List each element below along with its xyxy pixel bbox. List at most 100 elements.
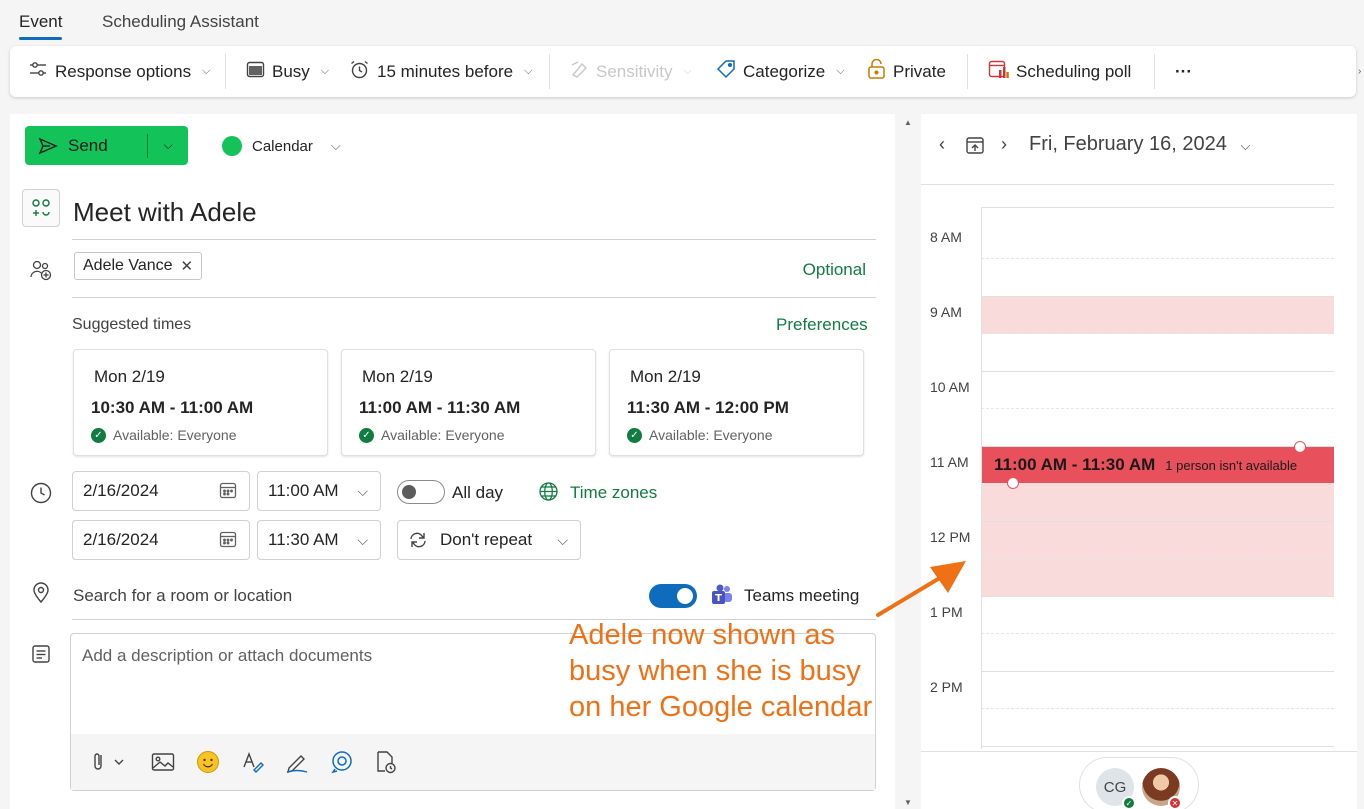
busy-status-button[interactable]: Busy ⌵ <box>246 46 329 97</box>
emoji-icon[interactable] <box>196 750 220 774</box>
remove-attendee-close-icon[interactable]: ✕ <box>181 257 194 275</box>
new-event-block[interactable]: 11:00 AM - 11:30 AM 1 person isn't avail… <box>982 447 1334 483</box>
start-time-value: 11:00 AM <box>268 481 339 500</box>
format-text-icon[interactable] <box>241 750 265 774</box>
send-button[interactable]: Send ⌵ <box>25 126 188 165</box>
day-time-grid[interactable]: 8 AM 9 AM 10 AM 11 AM 12 PM 1 PM 2 PM 11… <box>921 184 1334 749</box>
location-field[interactable]: Search for a room or location T Teams me… <box>72 576 876 620</box>
calendar-color-icon <box>222 136 242 156</box>
start-time-select[interactable]: 11:00 AM ⌵ <box>257 471 381 511</box>
copilot-loop-icon[interactable] <box>330 750 354 774</box>
available-check-icon: ✓ <box>91 427 106 443</box>
event-category-icon[interactable] <box>22 189 60 227</box>
send-options-chevron-icon[interactable]: ⌵ <box>148 138 188 153</box>
categorize-button[interactable]: Categorize ⌵ <box>716 46 845 97</box>
event-resize-handle-bottom[interactable] <box>1007 477 1019 489</box>
end-date-picker[interactable]: 2/16/2024 <box>72 520 250 560</box>
event-resize-handle-top[interactable] <box>1294 441 1306 453</box>
teams-meeting-label: Teams meeting <box>744 586 860 605</box>
repeat-select[interactable]: Don't repeat ⌵ <box>397 520 581 560</box>
draw-pen-icon[interactable] <box>285 750 309 774</box>
scheduling-poll-button[interactable]: Scheduling poll <box>988 46 1131 97</box>
suggested-time-card[interactable]: Mon 2/19 10:30 AM - 11:00 AM ✓ Available:… <box>73 349 328 456</box>
previous-day-chevron-icon[interactable]: ‹ <box>939 134 945 155</box>
all-day-label: All day <box>452 483 504 502</box>
half-hour-line <box>981 708 1334 709</box>
response-options-button[interactable]: Response options ⌵ <box>28 46 210 97</box>
preferences-link[interactable]: Preferences <box>776 315 868 335</box>
attach-paperclip-icon[interactable] <box>89 750 129 774</box>
half-hour-line <box>981 333 1334 334</box>
busy-status-icon: ✕ <box>1168 796 1182 809</box>
ribbon-overflow-chevron-icon[interactable]: › <box>1358 66 1361 77</box>
more-options-button[interactable]: ··· <box>1175 46 1192 97</box>
globe-icon[interactable] <box>538 481 559 507</box>
location-pin-icon <box>28 580 54 606</box>
calendar-icon[interactable] <box>219 481 237 502</box>
send-main[interactable]: Send <box>38 136 147 156</box>
date-picker-dropdown[interactable]: Fri, February 16, 2024 ⌵ <box>1029 133 1250 156</box>
event-availability-warning: 1 person isn't available <box>1165 457 1298 473</box>
description-notes-icon <box>28 641 54 667</box>
hour-label: 10 AM <box>930 379 970 395</box>
clock-icon <box>28 480 54 506</box>
ribbon-toolbar: Response options ⌵ Busy ⌵ 15 minutes bef… <box>10 46 1356 97</box>
ribbon-divider <box>967 54 968 89</box>
available-status-icon: ✓ <box>1122 796 1136 809</box>
sliders-icon <box>28 59 48 84</box>
response-options-label: Response options <box>55 61 192 81</box>
start-date-value: 2/16/2024 <box>83 481 159 500</box>
repeat-value: Don't repeat <box>440 530 533 549</box>
all-day-toggle[interactable] <box>397 480 445 504</box>
calendar-selector-label: Calendar <box>252 137 313 155</box>
hour-label: 2 PM <box>930 679 963 695</box>
go-to-today-icon[interactable] <box>965 135 985 161</box>
chevron-down-icon: ⌵ <box>524 65 533 77</box>
chevron-down-icon: ⌵ <box>320 65 330 77</box>
document-clock-icon[interactable] <box>374 750 398 774</box>
time-zones-link[interactable]: Time zones <box>570 483 657 503</box>
tab-scheduling-assistant[interactable]: Scheduling Assistant <box>102 12 259 32</box>
availability-text: Available: Everyone <box>381 427 505 443</box>
end-time-value: 11:30 AM <box>268 530 339 549</box>
private-button[interactable]: Private <box>867 46 946 97</box>
start-date-picker[interactable]: 2/16/2024 <box>72 471 250 511</box>
chevron-down-icon: ⌵ <box>357 531 368 548</box>
event-title-field[interactable]: Meet with Adele <box>72 194 876 240</box>
annotation-arrow-icon <box>876 561 966 617</box>
reminder-button[interactable]: 15 minutes before ⌵ <box>349 46 532 97</box>
availability-status: ✓ Available: Everyone <box>359 427 504 443</box>
attendee-chip[interactable]: Adele Vance ✕ <box>74 252 203 280</box>
hour-label: 9 AM <box>930 304 962 320</box>
tab-event[interactable]: Event <box>19 12 62 32</box>
scheduling-poll-label: Scheduling poll <box>1016 61 1132 81</box>
formatting-toolbar <box>71 734 875 790</box>
form-scrollbar[interactable]: ▲ ▼ <box>897 114 919 809</box>
lock-icon <box>867 58 886 84</box>
calendar-header: ‹ › Fri, February 16, 2024 ⌵ <box>921 114 1357 174</box>
scheduling-poll-icon <box>988 59 1009 85</box>
optional-attendees-link[interactable]: Optional <box>803 260 866 280</box>
calendar-icon[interactable] <box>219 530 237 551</box>
end-time-select[interactable]: 11:30 AM ⌵ <box>257 520 381 560</box>
attendees-field[interactable]: Adele Vance ✕ Optional <box>72 250 876 298</box>
teams-meeting-toggle[interactable] <box>649 584 697 608</box>
next-day-chevron-icon[interactable]: › <box>1001 134 1007 155</box>
top-tabs: Event Scheduling Assistant <box>0 0 1364 44</box>
suggested-day: Mon 2/19 <box>630 367 701 386</box>
insert-picture-icon[interactable] <box>151 750 175 774</box>
private-label: Private <box>893 61 946 81</box>
attendee-avatars[interactable]: CG ✓ ✕ <box>1079 757 1199 809</box>
active-tab-indicator <box>19 37 62 40</box>
chevron-down-icon: ⌵ <box>330 138 341 153</box>
add-people-icon <box>28 257 54 283</box>
suggested-time-card[interactable]: Mon 2/19 11:30 AM - 12:00 PM ✓ Available:… <box>609 349 864 456</box>
scroll-down-arrow-icon[interactable]: ▼ <box>904 798 912 807</box>
scroll-up-arrow-icon[interactable]: ▲ <box>904 118 912 127</box>
sensitivity-button[interactable]: Sensitivity ⌵ <box>570 46 692 97</box>
availability-status: ✓ Available: Everyone <box>91 427 236 443</box>
calendar-selector[interactable]: Calendar ⌵ <box>222 136 341 156</box>
annotation-callout: Adele now shown as busy when she is busy… <box>569 619 873 723</box>
availability-status: ✓ Available: Everyone <box>627 427 772 443</box>
suggested-time-card[interactable]: Mon 2/19 11:00 AM - 11:30 AM ✓ Available:… <box>341 349 596 456</box>
